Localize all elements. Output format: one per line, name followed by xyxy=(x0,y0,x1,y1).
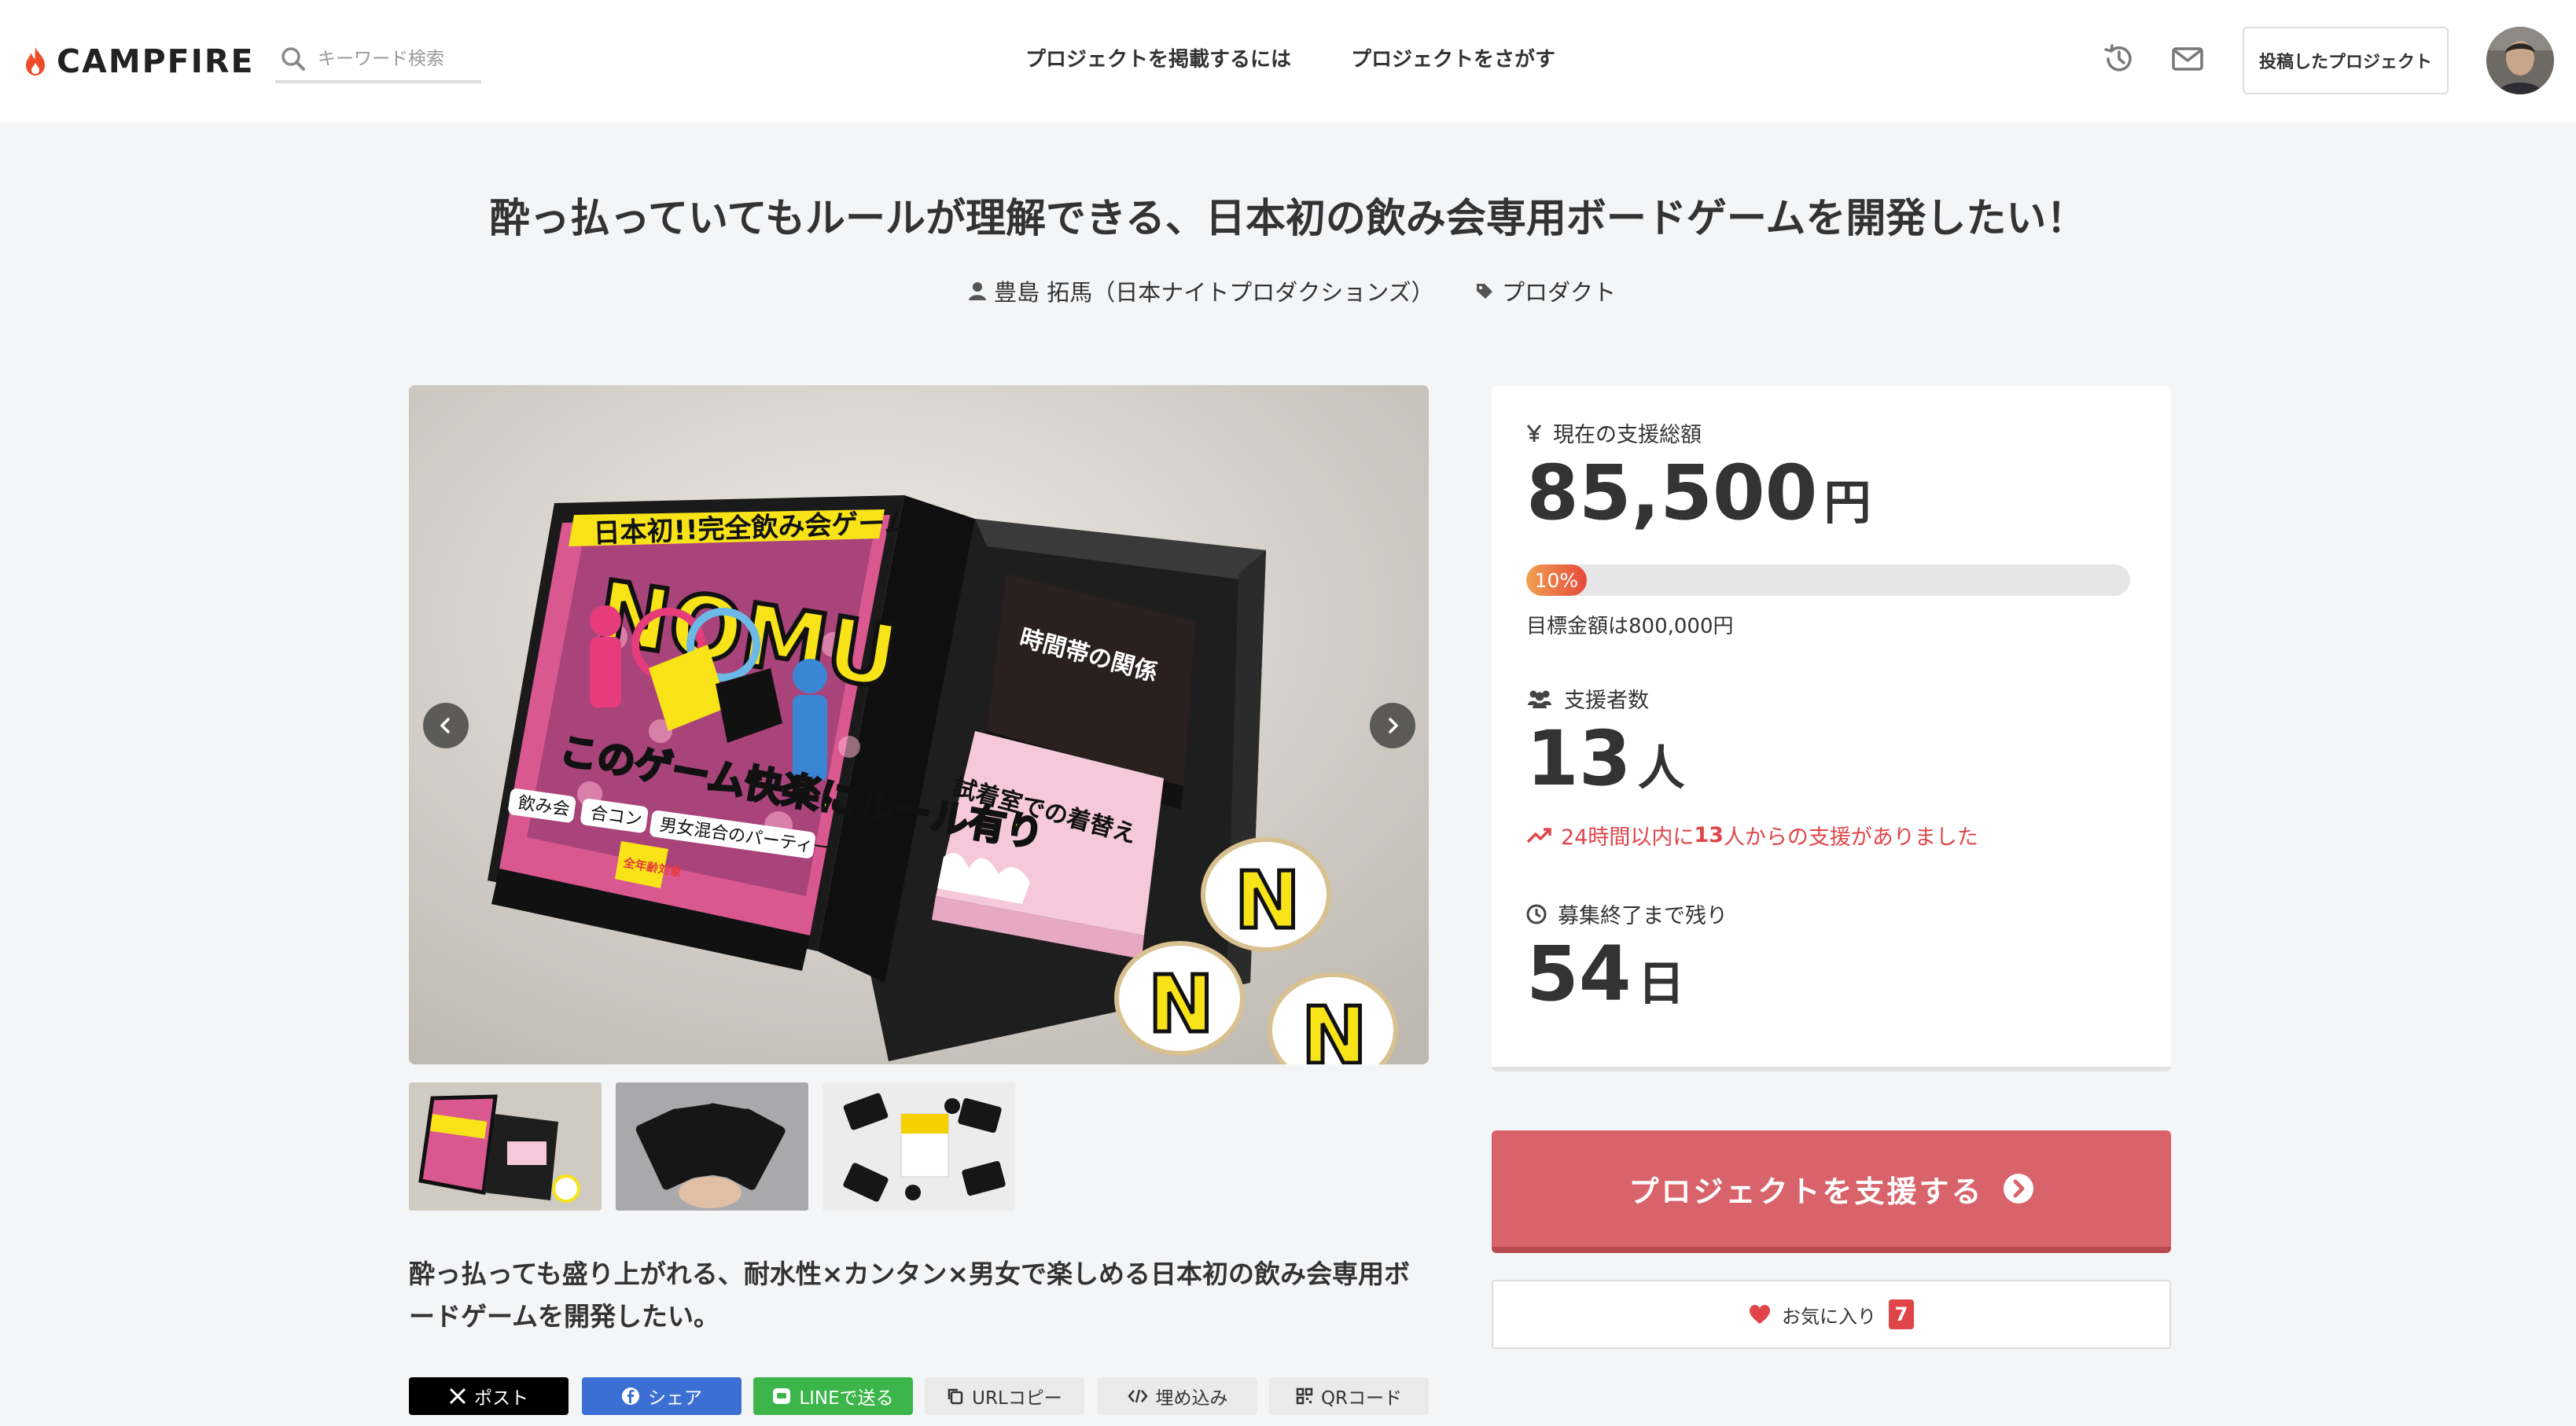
category-name: プロダクト xyxy=(1502,279,1617,306)
clock-icon xyxy=(1526,904,1547,924)
token-2: N xyxy=(1114,941,1245,1056)
tag-icon xyxy=(1477,284,1492,299)
carousel-prev-button[interactable] xyxy=(423,703,469,748)
total-amount-label-text: 現在の支援総額 xyxy=(1553,423,1702,447)
backers-unit: 人 xyxy=(1637,741,1685,796)
copy-url-button[interactable]: URLコピー xyxy=(925,1377,1084,1415)
remaining-unit: 日 xyxy=(1637,957,1685,1012)
search-input[interactable] xyxy=(316,48,466,70)
recent-post: 人からの支援がありました xyxy=(1723,825,1978,850)
search-box[interactable] xyxy=(275,38,481,83)
goal-amount: 目標金額は800,000円 xyxy=(1526,615,1734,638)
share-x-label: ポスト xyxy=(474,1388,528,1409)
remaining-label-text: 募集終了まで残り xyxy=(1558,904,1728,928)
messages-button[interactable] xyxy=(2168,39,2207,79)
facebook-icon xyxy=(622,1387,639,1405)
embed-button[interactable]: 埋め込み xyxy=(1098,1377,1257,1415)
svg-text:N: N xyxy=(1235,854,1301,946)
svg-text:N: N xyxy=(1148,958,1214,1050)
share-line-button[interactable]: LINEで送る xyxy=(753,1377,913,1415)
remaining-value: 54 xyxy=(1526,930,1632,1018)
remaining-days: 54 日 xyxy=(1526,930,1685,1018)
users-icon xyxy=(1528,690,1551,708)
board-game-illustration: 時間帯の関係 試着室での着替え 日本初!!完全飲み会ゲーム NOMU このゲーム… xyxy=(409,385,1429,1064)
code-icon xyxy=(1127,1389,1148,1403)
project-owner[interactable]: 豊島 拓馬（日本ナイトプロダクションズ） xyxy=(969,275,1434,307)
support-button-label: プロジェクトを支援する xyxy=(1628,1174,1984,1209)
share-x-button[interactable]: ポスト xyxy=(409,1377,569,1415)
yen-icon xyxy=(1526,424,1542,442)
recent-backers-note: 24時間以内に 13 人からの支援がありました xyxy=(1526,820,1978,851)
logo-text: CAMPFIRE xyxy=(57,42,255,80)
backers-value: 13 xyxy=(1526,715,1632,803)
campfire-logo[interactable]: CAMPFIRE xyxy=(24,39,255,83)
funding-progress-fill: 10% xyxy=(1526,564,1587,596)
backers-count: 13 人 xyxy=(1526,715,1685,803)
thumbnail-3[interactable] xyxy=(822,1082,1015,1211)
favorite-count-badge: 7 xyxy=(1889,1299,1914,1329)
recent-count: 13 xyxy=(1694,823,1724,847)
backers-label: 支援者数 xyxy=(1526,683,1649,714)
token-3: N xyxy=(1268,972,1398,1064)
thumbnail-tabletop-image xyxy=(822,1082,1015,1211)
history-button[interactable] xyxy=(2099,39,2139,79)
favorite-label: お気に入り xyxy=(1782,1305,1876,1328)
line-icon xyxy=(773,1388,791,1404)
trending-up-icon xyxy=(1526,827,1551,843)
share-facebook-button[interactable]: シェア xyxy=(582,1377,742,1415)
x-logo-icon xyxy=(449,1387,466,1405)
total-amount-value: 85,500 xyxy=(1526,449,1818,537)
total-amount-unit: 円 xyxy=(1823,476,1871,531)
favorite-button[interactable]: お気に入り 7 xyxy=(1492,1280,2171,1349)
chevron-left-icon xyxy=(440,718,450,733)
copy-icon xyxy=(948,1388,963,1405)
arrow-circle-right-icon xyxy=(2003,1174,2033,1204)
thumbnail-1[interactable] xyxy=(409,1082,602,1211)
page-title: 酔っ払っていてもルールが理解できる、日本初の飲み会専用ボードゲームを開発したい！ xyxy=(489,196,2087,242)
share-line-label: LINEで送る xyxy=(799,1388,894,1409)
qr-code-button[interactable]: QRコード xyxy=(1269,1377,1429,1415)
nav-find-project[interactable]: プロジェクトをさがす xyxy=(1351,44,1555,75)
token-1: N xyxy=(1201,837,1331,952)
user-icon xyxy=(969,282,986,300)
remaining-label: 募集終了まで残り xyxy=(1526,899,1728,929)
chevron-right-icon xyxy=(1389,718,1398,733)
nav-post-project[interactable]: プロジェクトを掲載するには xyxy=(1025,44,1291,75)
history-icon xyxy=(2104,44,2132,72)
mail-icon xyxy=(2172,47,2203,71)
project-lead-text: 酔っ払っても盛り上がれる、耐水性×カンタン×男女で楽しめる日本初の飲み会専用ボー… xyxy=(409,1259,1411,1332)
support-project-button[interactable]: プロジェクトを支援する xyxy=(1492,1130,2171,1253)
avatar[interactable] xyxy=(2486,27,2554,94)
total-amount-label: 現在の支援総額 xyxy=(1526,417,1702,448)
thumbnail-2[interactable] xyxy=(616,1082,808,1211)
embed-label: 埋め込み xyxy=(1155,1388,1228,1409)
flame-icon xyxy=(26,47,45,75)
svg-text:N: N xyxy=(1301,990,1367,1064)
thumbnail-cards-image xyxy=(616,1082,808,1211)
search-icon xyxy=(282,47,305,71)
project-category[interactable]: プロダクト xyxy=(1475,275,1616,307)
copy-url-label: URLコピー xyxy=(972,1388,1062,1409)
site-header: CAMPFIRE プロジェクトを掲載するには プロジェクトをさがす 投稿したプロ… xyxy=(0,0,2576,123)
carousel-next-button[interactable] xyxy=(1370,703,1415,748)
owner-name: 豊島 拓馬（日本ナイトプロダクションズ） xyxy=(994,279,1434,306)
funding-progress-bar: 10% xyxy=(1526,564,2130,596)
total-amount: 85,500 円 xyxy=(1526,449,1871,537)
share-facebook-label: シェア xyxy=(648,1388,702,1409)
user-photo xyxy=(2486,27,2554,94)
thumbnail-box-image xyxy=(409,1082,602,1211)
main-project-image: 時間帯の関係 試着室での着替え 日本初!!完全飲み会ゲーム NOMU このゲーム… xyxy=(409,385,1429,1064)
qr-code-icon xyxy=(1296,1387,1313,1405)
heart-icon xyxy=(1750,1305,1770,1324)
posted-projects-button[interactable]: 投稿したプロジェクト xyxy=(2243,27,2449,94)
recent-pre: 24時間以内に xyxy=(1561,825,1695,850)
progress-percent-label: 10% xyxy=(1534,568,1579,592)
funding-stats-panel: 現在の支援総額 85,500 円 10% 目標金額は800,000円 支援者数 1… xyxy=(1492,386,2171,1071)
backers-label-text: 支援者数 xyxy=(1564,689,1649,713)
qr-code-label: QRコード xyxy=(1320,1388,1403,1409)
